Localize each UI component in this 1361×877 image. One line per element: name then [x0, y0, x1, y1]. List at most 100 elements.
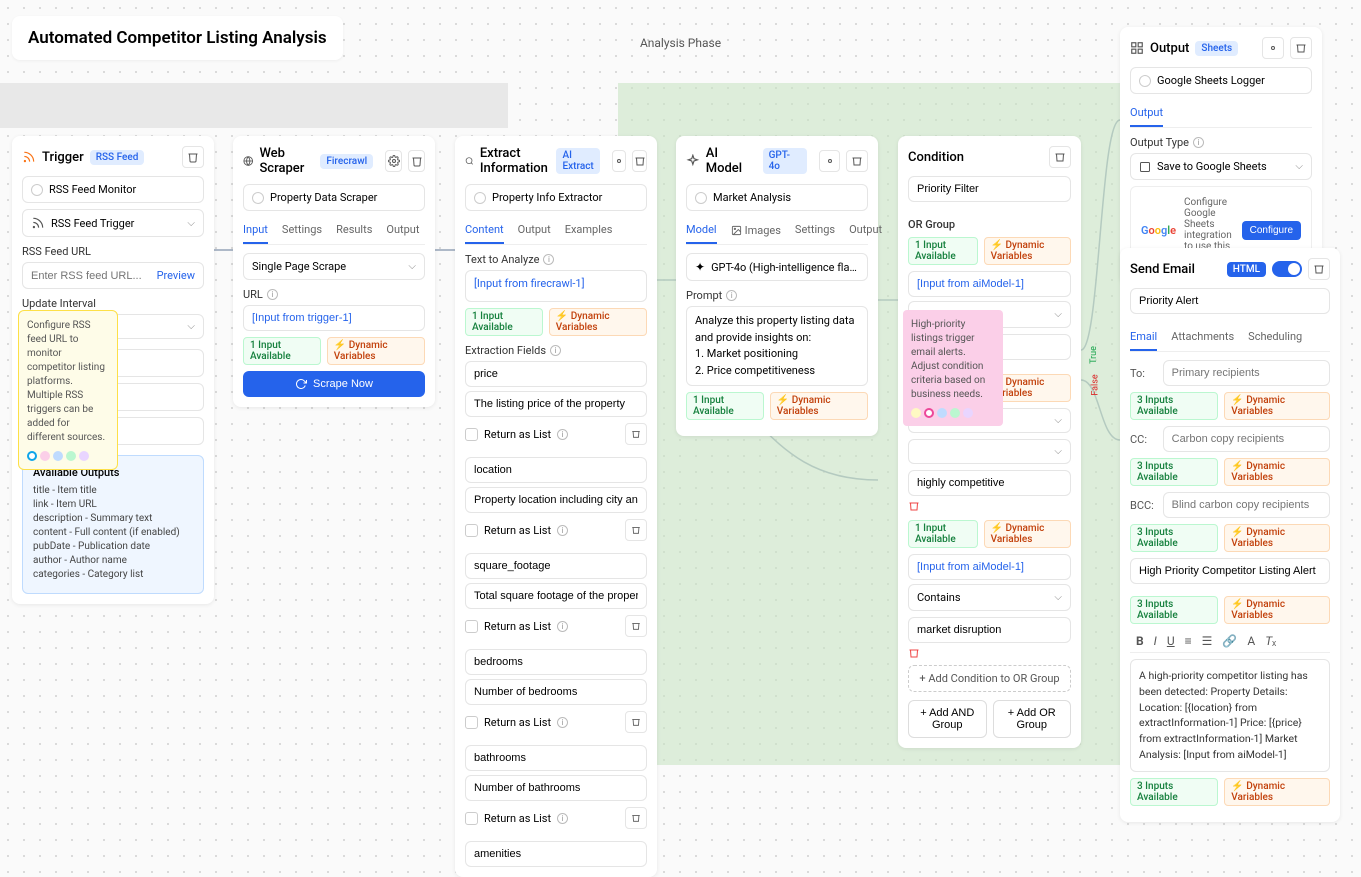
- subject-input[interactable]: [1130, 558, 1330, 584]
- delete-icon[interactable]: [632, 150, 647, 172]
- field-desc-input[interactable]: [465, 583, 647, 609]
- list-ol-icon[interactable]: ≡: [1185, 634, 1192, 648]
- aimodel-name-field[interactable]: Market Analysis: [686, 184, 868, 211]
- return-list-checkbox[interactable]: [465, 716, 478, 729]
- settings-icon[interactable]: [819, 150, 841, 172]
- node-output[interactable]: Output Sheets Google Sheets Logger Outpu…: [1120, 27, 1322, 284]
- dynamic-vars-badge[interactable]: ⚡ Dynamic Variables: [327, 337, 425, 365]
- cond-input-1[interactable]: [908, 271, 1071, 297]
- output-name-field[interactable]: Google Sheets Logger: [1130, 67, 1312, 94]
- delete-icon[interactable]: [846, 150, 868, 172]
- add-and-button[interactable]: + Add AND Group: [908, 700, 987, 738]
- delete-icon[interactable]: [182, 146, 204, 168]
- settings-icon[interactable]: [385, 150, 402, 172]
- field-name-input[interactable]: [465, 361, 647, 387]
- field-desc-input[interactable]: [465, 679, 647, 705]
- add-condition-button[interactable]: + Add Condition to OR Group: [908, 665, 1071, 692]
- node-extract[interactable]: Extract Information AI Extract Property …: [455, 136, 657, 877]
- delete-cond-icon[interactable]: [908, 500, 1071, 512]
- node-aimodel[interactable]: AI Model GPT-4o Market Analysis Model Im…: [676, 136, 878, 436]
- delete-field-icon[interactable]: [625, 711, 647, 733]
- bold-icon[interactable]: B: [1136, 634, 1144, 648]
- expand-icon[interactable]: [1262, 37, 1284, 59]
- tab-input[interactable]: Input: [243, 217, 268, 244]
- clear-icon[interactable]: Tₓ: [1265, 634, 1276, 648]
- tab-content[interactable]: Content: [465, 217, 504, 244]
- to-input[interactable]: [1163, 360, 1330, 386]
- color-icon[interactable]: A: [1247, 634, 1255, 648]
- cond-op-2[interactable]: ⌵: [908, 439, 1071, 464]
- scrape-now-button[interactable]: Scrape Now: [243, 371, 425, 397]
- tab-output[interactable]: Output: [849, 217, 882, 244]
- delete-icon[interactable]: [1308, 258, 1330, 280]
- configure-button[interactable]: Configure: [1242, 221, 1301, 240]
- dynamic-vars-badge[interactable]: ⚡ Dynamic Variables: [770, 392, 868, 420]
- node-email[interactable]: Send Email HTML Email Attachments Schedu…: [1120, 248, 1340, 822]
- cc-input[interactable]: [1163, 426, 1330, 452]
- delete-icon[interactable]: [1049, 146, 1071, 168]
- field-name-input[interactable]: [465, 745, 647, 771]
- return-list-checkbox[interactable]: [465, 428, 478, 441]
- tab-attachments[interactable]: Attachments: [1171, 324, 1234, 351]
- email-name-input[interactable]: [1130, 288, 1330, 314]
- cond-val-3[interactable]: [908, 617, 1071, 643]
- bcc-input[interactable]: [1163, 492, 1330, 518]
- tab-scheduling[interactable]: Scheduling: [1248, 324, 1302, 351]
- tab-model[interactable]: Model: [686, 217, 717, 244]
- tab-output[interactable]: Output: [518, 217, 551, 244]
- return-list-checkbox[interactable]: [465, 524, 478, 537]
- text-analyze-input[interactable]: [Input from firecrawl-1]: [465, 270, 647, 302]
- field-amenities-input[interactable]: [465, 841, 647, 867]
- node-scraper[interactable]: Web Scraper Firecrawl Property Data Scra…: [233, 136, 435, 407]
- extract-name-field[interactable]: Property Info Extractor: [465, 184, 647, 211]
- cond-op-3[interactable]: Contains⌵: [908, 584, 1071, 611]
- node-condition[interactable]: Condition OR Group 1 Input Available ⚡ D…: [898, 136, 1081, 748]
- condition-name-input[interactable]: [908, 176, 1071, 202]
- tab-output[interactable]: Output: [1130, 100, 1163, 127]
- field-name-input[interactable]: [465, 457, 647, 483]
- return-list-checkbox[interactable]: [465, 812, 478, 825]
- return-list-checkbox[interactable]: [465, 620, 478, 633]
- prompt-textarea[interactable]: Analyze this property listing data and p…: [686, 306, 868, 386]
- list-ul-icon[interactable]: ☰: [1202, 634, 1213, 648]
- tab-settings[interactable]: Settings: [282, 217, 322, 244]
- delete-field-icon[interactable]: [625, 615, 647, 637]
- condition-sticky-note[interactable]: High-priority listings trigger email ale…: [903, 310, 1003, 426]
- preview-link[interactable]: Preview: [157, 269, 195, 282]
- monitor-name-field[interactable]: RSS Feed Monitor: [22, 176, 204, 203]
- tab-images[interactable]: Images: [731, 217, 781, 244]
- delete-icon[interactable]: [1290, 37, 1312, 59]
- link-icon[interactable]: 🔗: [1222, 634, 1237, 648]
- delete-field-icon[interactable]: [625, 519, 647, 541]
- field-desc-input[interactable]: [465, 391, 647, 417]
- cond-input-3[interactable]: [908, 554, 1071, 580]
- settings-icon[interactable]: [612, 150, 627, 172]
- tab-output[interactable]: Output: [386, 217, 419, 244]
- output-type-select[interactable]: Save to Google Sheets ⌵: [1130, 153, 1312, 180]
- delete-field-icon[interactable]: [625, 807, 647, 829]
- tab-settings[interactable]: Settings: [795, 217, 835, 244]
- url-input[interactable]: [243, 305, 425, 331]
- scrape-mode-select[interactable]: Single Page Scrape ⌵: [243, 253, 425, 280]
- field-desc-input[interactable]: [465, 775, 647, 801]
- trigger-type-select[interactable]: RSS Feed Trigger ⌵: [22, 209, 204, 237]
- tab-results[interactable]: Results: [336, 217, 372, 244]
- field-name-input[interactable]: [465, 649, 647, 675]
- add-or-button[interactable]: + Add OR Group: [993, 700, 1072, 738]
- delete-icon[interactable]: [408, 150, 425, 172]
- rss-url-input[interactable]: [31, 270, 151, 282]
- model-select[interactable]: ✦GPT-4o (High-intelligence flagship mode…: [686, 253, 868, 281]
- italic-icon[interactable]: I: [1154, 634, 1157, 648]
- delete-cond-icon[interactable]: [908, 647, 1071, 659]
- field-name-input[interactable]: [465, 553, 647, 579]
- field-desc-input[interactable]: [465, 487, 647, 513]
- dynamic-vars-badge[interactable]: ⚡ Dynamic Variables: [984, 237, 1071, 265]
- scraper-name-field[interactable]: Property Data Scraper: [243, 184, 425, 211]
- delete-field-icon[interactable]: [625, 423, 647, 445]
- underline-icon[interactable]: U: [1167, 634, 1175, 648]
- cond-val-2[interactable]: [908, 470, 1071, 496]
- html-toggle[interactable]: [1272, 261, 1302, 277]
- tab-email[interactable]: Email: [1130, 324, 1157, 351]
- dynamic-vars-badge[interactable]: ⚡ Dynamic Variables: [549, 308, 647, 336]
- tab-examples[interactable]: Examples: [565, 217, 613, 244]
